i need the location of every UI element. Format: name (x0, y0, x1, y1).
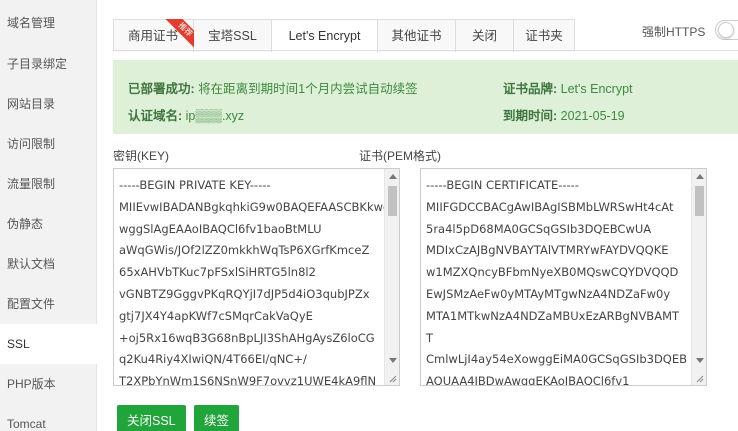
key-line: +oj5Rx16wqB3G68nBpLJI3ShAHgAysZ6loCG (119, 330, 375, 345)
ssl-tabs: 商用证书 推荐 宝塔SSL Let's Encrypt 其他证书 关闭 证书夹 (113, 19, 575, 53)
sidebar-item-config-file[interactable]: 配置文件 (0, 284, 96, 324)
tab-close[interactable]: 关闭 (456, 20, 514, 52)
key-line: aWqGWis/JOf2lZZ0mkkhWqTsP6XGrfKmceZ (119, 243, 370, 258)
scroll-up-icon[interactable] (389, 174, 397, 179)
toggle-knob (718, 22, 734, 38)
cert-expiry-value: 2021-05-19 (560, 109, 625, 123)
cert-line: MIIFGDCCBACgAwIBAgISBMbLWRSwHt4cAt (426, 199, 674, 214)
key-line: gtj7JX4Y4apKWf7cSMqrCakVaQyE (119, 308, 313, 323)
renew-button[interactable]: 续签 (194, 405, 240, 431)
close-ssl-button[interactable]: 关闭SSL (117, 405, 186, 431)
sidebar-item-domain-management[interactable]: 域名管理 (0, 0, 96, 44)
tab-other-certificate[interactable]: 其他证书 (378, 20, 456, 52)
scrollbar-thumb[interactable] (695, 186, 704, 216)
key-line: q2Ku4Riy4XIwiQN/4T66EI/qNC+/ (119, 352, 307, 367)
certificate-content: -----BEGIN CERTIFICATE----- MIIFGDCCBACg… (421, 169, 691, 386)
cert-expiry-label: 到期时间: (503, 109, 558, 123)
resize-grip-icon[interactable] (387, 373, 397, 383)
cert-domain-value: ip▒▒▒.xyz (185, 109, 245, 123)
certificate-scrollbar[interactable] (691, 169, 706, 385)
deploy-status: 已部署成功: 将在距离到期时间1个月内尝试自动续签 (128, 78, 418, 97)
scroll-down-icon[interactable] (389, 358, 397, 363)
scrollbar-thumb[interactable] (388, 186, 397, 216)
sidebar-item-ssl[interactable]: SSL (0, 324, 98, 364)
cert-brand: 证书品牌: Let's Encrypt (503, 78, 633, 97)
tab-lets-encrypt[interactable]: Let's Encrypt (272, 20, 378, 53)
cert-domain: 认证域名: ip▒▒▒.xyz (128, 105, 244, 124)
cert-expiry: 到期时间: 2021-05-19 (503, 105, 625, 124)
key-line: MIIEvwIBADANBgkqhkiG9w0BAQEFAASCBKkwggSl… (119, 199, 384, 214)
certificate-textarea[interactable]: -----BEGIN CERTIFICATE----- MIIFGDCCBACg… (420, 168, 707, 386)
key-line: 65xAHVbTKuc7pFSxlSiHRTG5ln8l2 (119, 265, 316, 280)
sidebar: 域名管理 子目录绑定 网站目录 访问限制 流量限制 伪静态 默认文档 配置文件 … (0, 0, 98, 431)
key-line: wggSlAgEAAoIBAQCl6fv1baoBtMLU (119, 221, 322, 236)
sidebar-item-default-document[interactable]: 默认文档 (0, 244, 96, 284)
force-https-label: 强制HTTPS (642, 25, 706, 39)
tab-commercial-certificate[interactable]: 商用证书 推荐 (114, 19, 195, 52)
cert-line: w1MZXQncyBFbmNyeXB0MQswCQYDVQQD (426, 265, 679, 280)
sidebar-item-tomcat[interactable]: Tomcat (0, 404, 96, 431)
key-line: T2XPbYnWm1S6NSnW9F7ovvz1UWE4kA9flN (119, 374, 377, 386)
sidebar-item-php-version[interactable]: PHP版本 (0, 364, 96, 404)
private-key-textarea[interactable]: -----BEGIN PRIVATE KEY----- MIIEvwIBADAN… (113, 168, 400, 386)
cert-line: T (426, 330, 434, 345)
cert-line: MTA1MTkwNzA4NDZaMBUxEzARBgNVBAMT (426, 308, 680, 323)
certificate-label: 证书(PEM格式) (359, 149, 441, 163)
sidebar-item-traffic-limit[interactable]: 流量限制 (0, 164, 96, 204)
cert-line: CmlwLjI4ay54eXowggEiMA0GCSqGSIb3DQEB (426, 352, 688, 367)
private-key-content: -----BEGIN PRIVATE KEY----- MIIEvwIBADAN… (114, 169, 384, 386)
tabs-divider (113, 50, 738, 51)
force-https-toggle[interactable] (715, 20, 738, 40)
key-line: vGNBTZ9GggvPKqRQYjI7dJP5d4iO3qubJPZx (119, 286, 370, 301)
deploy-status-value: 将在距离到期时间1个月内尝试自动续签 (198, 82, 418, 96)
cert-line: EwJSMzAeFw0yMTAyMTgwNzA4NDZaFw0y (426, 286, 671, 301)
cert-domain-label: 认证域名: (128, 109, 183, 123)
cert-brand-label: 证书品牌: (503, 82, 558, 96)
cert-line: MDIxCzAJBgNVBAYTAlVTMRYwFAYDVQQKE (426, 243, 669, 258)
private-key-label: 密钥(KEY) (113, 149, 170, 163)
cert-line: -----BEGIN CERTIFICATE----- (426, 178, 579, 192)
recommend-badge: 推荐 (165, 19, 195, 49)
sidebar-item-rewrite[interactable]: 伪静态 (0, 204, 96, 244)
cert-brand-value: Let's Encrypt (560, 82, 633, 96)
cert-line: 5ra4l5pD68MA0GCSqGSIb3DQEBCwUA (426, 221, 652, 236)
sidebar-item-site-directory[interactable]: 网站目录 (0, 84, 96, 124)
private-key-scrollbar[interactable] (384, 169, 399, 385)
scroll-down-icon[interactable] (696, 358, 704, 363)
deploy-status-label: 已部署成功: (128, 82, 195, 96)
scroll-up-icon[interactable] (696, 174, 704, 179)
tab-certificate-folder[interactable]: 证书夹 (514, 20, 574, 52)
resize-grip-icon[interactable] (694, 373, 704, 383)
key-line: -----BEGIN PRIVATE KEY----- (119, 178, 271, 192)
sidebar-item-access-restriction[interactable]: 访问限制 (0, 124, 96, 164)
tab-baota-ssl[interactable]: 宝塔SSL (194, 20, 272, 52)
sidebar-item-subdirectory-binding[interactable]: 子目录绑定 (0, 44, 96, 84)
ssl-status-panel: 已部署成功: 将在距离到期时间1个月内尝试自动续签 证书品牌: Let's En… (113, 60, 738, 134)
cert-line: AQUAA4IBDwAwggEKAoIBAQCl6fv1 (426, 374, 630, 386)
